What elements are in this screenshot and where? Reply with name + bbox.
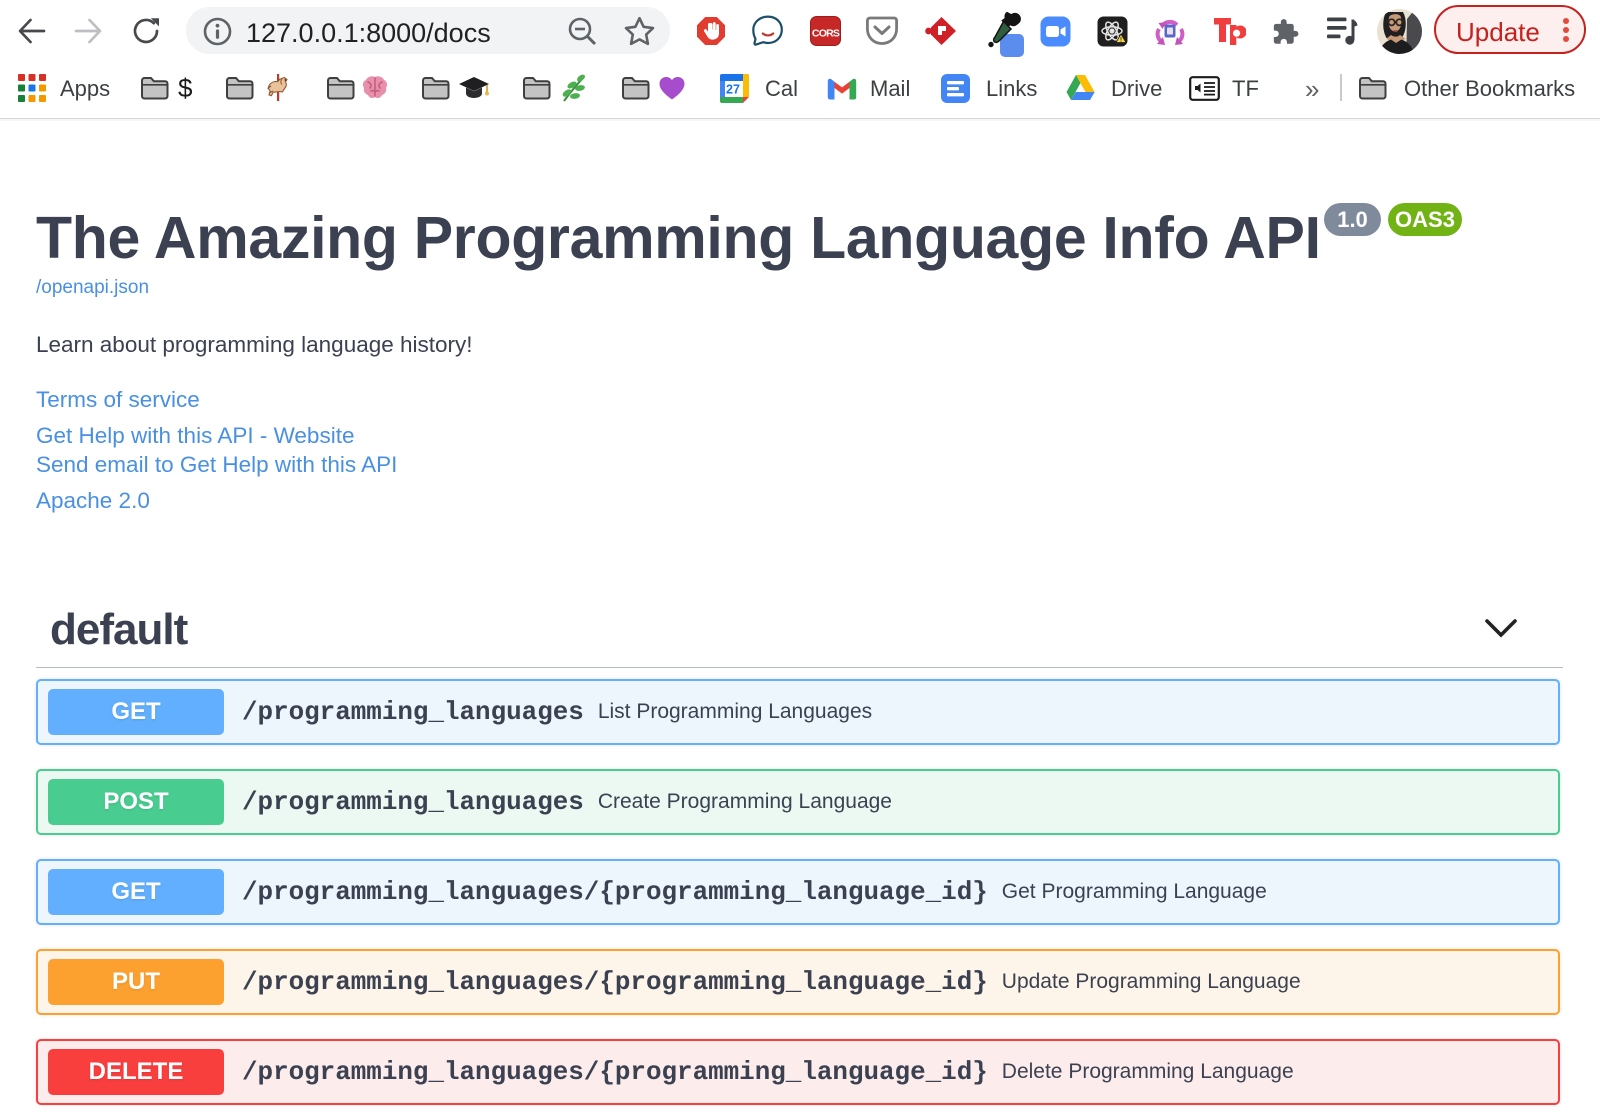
svg-text:27: 27: [726, 83, 740, 97]
svg-text:!: !: [1120, 38, 1122, 44]
svg-text:CORS: CORS: [812, 28, 840, 40]
